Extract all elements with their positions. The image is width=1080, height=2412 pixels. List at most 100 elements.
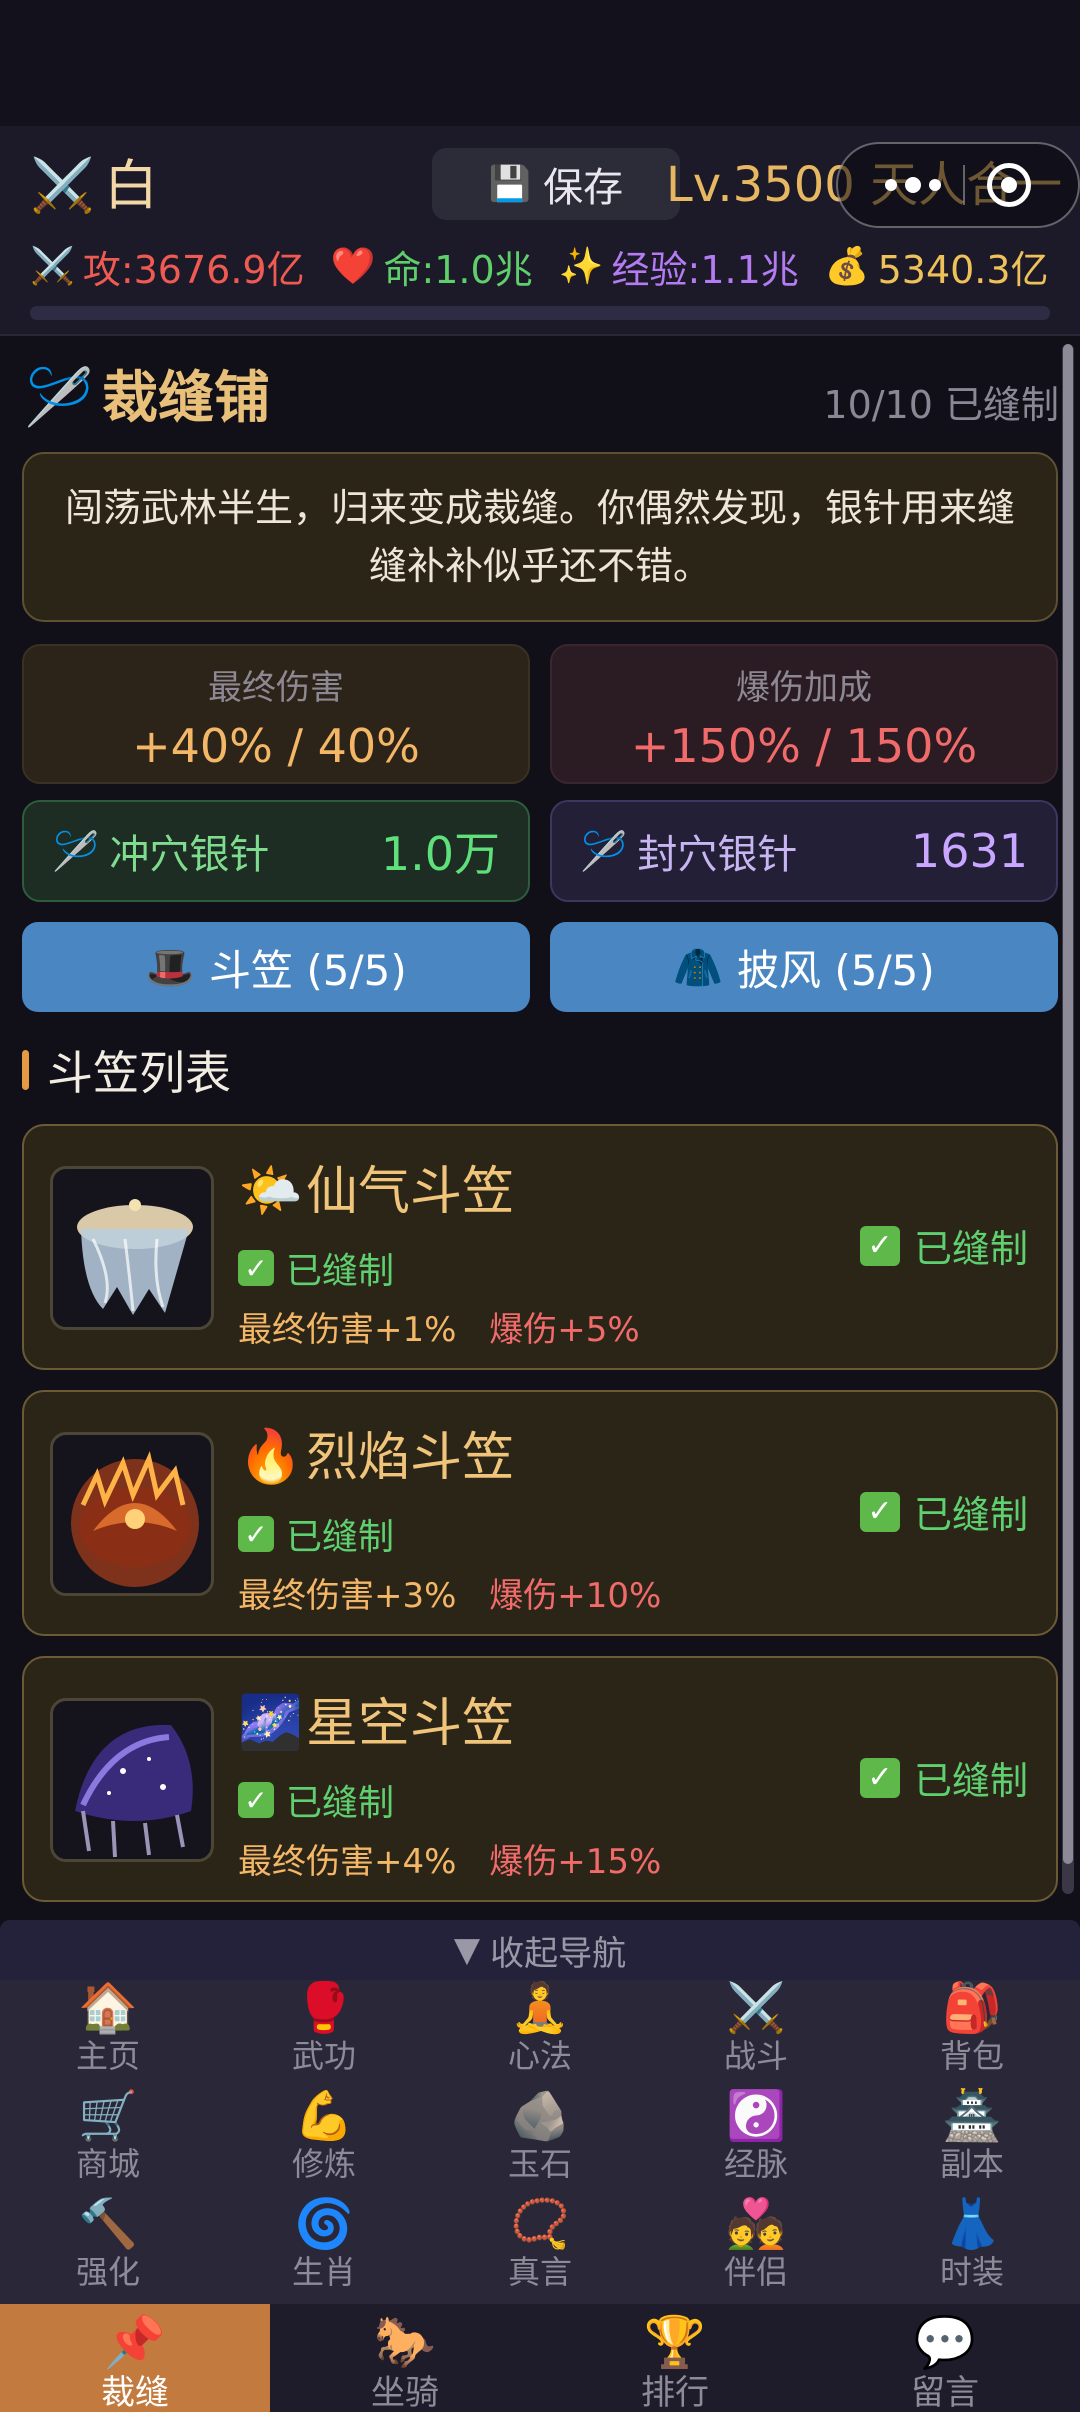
nav-item-fashion[interactable]: 👗 时装 (864, 2196, 1080, 2304)
chong-needle-value: 1.0万 (380, 827, 500, 881)
tab-mount[interactable]: 🐎 坐骑 (270, 2304, 540, 2412)
item-effects: 最终伤害+3% 爆伤+10% (238, 1568, 661, 1617)
final-damage-effect: 最终伤害+1% (238, 1310, 457, 1350)
save-button-label: 保存 (543, 165, 624, 211)
checkbox-icon: ✓ (859, 1225, 900, 1266)
item-name: 星空斗笠 (306, 1694, 515, 1754)
nav-label: 经脉 (723, 2145, 788, 2183)
house-icon: 🏠 (78, 1980, 138, 2036)
item-effects: 最终伤害+4% 爆伤+15% (238, 1834, 661, 1883)
money-bag-icon: 💰 (824, 246, 870, 287)
sun-cloud-icon: 🌤️ (238, 1161, 303, 1221)
item-right-status: ✓ 已缝制 (859, 1484, 1028, 1539)
more-menu-icon[interactable] (885, 177, 941, 193)
scrollbar-thumb[interactable] (1063, 344, 1073, 1864)
checkbox-icon: ✓ (859, 1757, 900, 1798)
page-title: 裁缝铺 (102, 366, 270, 431)
item-right-status-label: 已缝制 (913, 1227, 1028, 1271)
exp-stat: ✨ 经验:1.1兆 (559, 239, 799, 294)
final-damage-effect: 最终伤害+3% (238, 1576, 457, 1616)
stats-row: ⚔️ 攻:3676.9亿 ❤️ 命:1.0兆 ✨ 经验:1.1兆 💰 5340.… (30, 236, 1060, 296)
collapse-nav-button[interactable]: ▼ 收起导航 (0, 1920, 1080, 1980)
shopping-cart-icon: 🛒 (78, 2088, 138, 2144)
nav-item-dungeon[interactable]: 🏯 副本 (864, 2088, 1080, 2196)
tab-label: 裁缝 (101, 2373, 169, 2412)
nav-item-meridian[interactable]: ☯️ 经脉 (648, 2088, 864, 2196)
nav-grid: 🏠 主页 🥊 武功 🧘 心法 ⚔️ 战斗 🎒 背包 🛒 商城 💪 修炼 🪨 玉石… (0, 1980, 1080, 2306)
collapse-nav-label: 收起导航 (490, 1933, 627, 1974)
save-button[interactable]: 💾 保存 (432, 148, 680, 220)
capsule-divider (963, 165, 965, 205)
tab-tailor[interactable]: 📌 裁缝 (0, 2304, 270, 2412)
coat-icon: 🧥 (673, 944, 724, 991)
item-right-status-label: 已缝制 (913, 1759, 1028, 1803)
scrollbar[interactable] (1062, 344, 1074, 1894)
gold-stat: 💰 5340.3亿 (825, 239, 1049, 294)
crit-effect: 爆伤+10% (489, 1576, 662, 1616)
nav-item-mantra[interactable]: 📿 真言 (432, 2196, 648, 2304)
meditation-icon: 🧘 (510, 1980, 570, 2036)
list-item[interactable]: 🌌 星空斗笠 ✓ 已缝制 最终伤害+4% 爆伤+15% ✓ 已缝制 (22, 1656, 1058, 1902)
tab-label: 留言 (911, 2373, 979, 2412)
nav-label: 伴侣 (723, 2253, 788, 2291)
item-status-label: 已缝制 (286, 1251, 395, 1292)
tab-label: 排行 (641, 2373, 709, 2412)
needle-icon: 🪡 (52, 828, 100, 873)
nav-label: 时装 (939, 2253, 1004, 2291)
castle-icon: 🏯 (942, 2088, 1002, 2144)
nav-item-bag[interactable]: 🎒 背包 (864, 1980, 1080, 2088)
life-value: 命:1.0兆 (383, 247, 533, 292)
close-target-icon[interactable] (987, 163, 1031, 207)
attack-stat: ⚔️ 攻:3676.9亿 (30, 239, 305, 294)
nav-item-train[interactable]: 💪 修炼 (216, 2088, 432, 2196)
dress-icon: 👗 (942, 2196, 1002, 2252)
nav-label: 真言 (507, 2253, 572, 2291)
hat-image (50, 1432, 214, 1596)
item-right-status-label: 已缝制 (913, 1493, 1028, 1537)
list-item[interactable]: 🔥 烈焰斗笠 ✓ 已缝制 最终伤害+3% 爆伤+10% ✓ 已缝制 (22, 1390, 1058, 1636)
fire-icon: 🔥 (238, 1427, 303, 1487)
list-item[interactable]: 🌤️ 仙气斗笠 ✓ 已缝制 最终伤害+1% 爆伤+5% ✓ 已缝制 (22, 1124, 1058, 1370)
nav-label: 心法 (507, 2037, 572, 2075)
feng-needle-card: 🪡 封穴银针 1631 (550, 800, 1058, 902)
crit-bonus-value: +150% / 150% (630, 719, 978, 773)
feng-needle-label: 封穴银针 (637, 832, 798, 878)
tab-messages[interactable]: 💬 留言 (810, 2304, 1080, 2412)
final-damage-effect: 最终伤害+4% (238, 1842, 457, 1882)
chong-needle-label: 冲穴银针 (109, 832, 270, 878)
speech-bubble-icon: 💬 (913, 2313, 977, 2371)
item-status: ✓ 已缝制 (238, 1242, 394, 1294)
checkbox-icon: ✓ (238, 1782, 274, 1818)
chong-needle-card: 🪡 冲穴银针 1.0万 (22, 800, 530, 902)
nav-item-shop[interactable]: 🛒 商城 (0, 2088, 216, 2196)
exp-progress-bar (30, 306, 1050, 320)
shop-header: 🪡 裁缝铺 10/10 已缝制 (24, 360, 1059, 436)
nav-item-jade[interactable]: 🪨 玉石 (432, 2088, 648, 2196)
shop-description: 闯荡武林半生，归来变成裁缝。你偶然发现，银针用来缝缝补补似乎还不错。 (22, 452, 1058, 622)
nav-label: 背包 (939, 2037, 1004, 2075)
sparkles-icon: ✨ (558, 246, 604, 287)
exp-value: 经验:1.1兆 (611, 247, 799, 292)
tab-hat[interactable]: 🎩 斗笠 (5/5) (22, 922, 530, 1012)
nav-item-home[interactable]: 🏠 主页 (0, 1980, 216, 2088)
tab-ranking[interactable]: 🏆 排行 (540, 2304, 810, 2412)
nav-item-zodiac[interactable]: 🌀 生肖 (216, 2196, 432, 2304)
miniprogram-capsule (836, 142, 1080, 228)
nav-item-enhance[interactable]: 🔨 强化 (0, 2196, 216, 2304)
needle-icon: 🪡 (580, 828, 628, 873)
crit-effect: 爆伤+15% (489, 1842, 662, 1882)
rock-icon: 🪨 (510, 2088, 570, 2144)
nav-label: 修炼 (291, 2145, 356, 2183)
nav-label: 战斗 (723, 2037, 788, 2075)
crit-effect: 爆伤+5% (489, 1310, 640, 1350)
flexed-biceps-icon: 💪 (294, 2088, 354, 2144)
nav-item-battle[interactable]: ⚔️ 战斗 (648, 1980, 864, 2088)
needle-icon: 🪡 (24, 365, 94, 430)
tab-cape[interactable]: 🧥 披风 (5/5) (550, 922, 1058, 1012)
nav-item-martial[interactable]: 🥊 武功 (216, 1980, 432, 2088)
milky-way-icon: 🌌 (238, 1693, 303, 1753)
nav-item-partner[interactable]: 💑 伴侣 (648, 2196, 864, 2304)
list-title: 斗笠列表 (47, 1046, 231, 1100)
checkbox-icon: ✓ (859, 1491, 900, 1532)
nav-item-mind[interactable]: 🧘 心法 (432, 1980, 648, 2088)
